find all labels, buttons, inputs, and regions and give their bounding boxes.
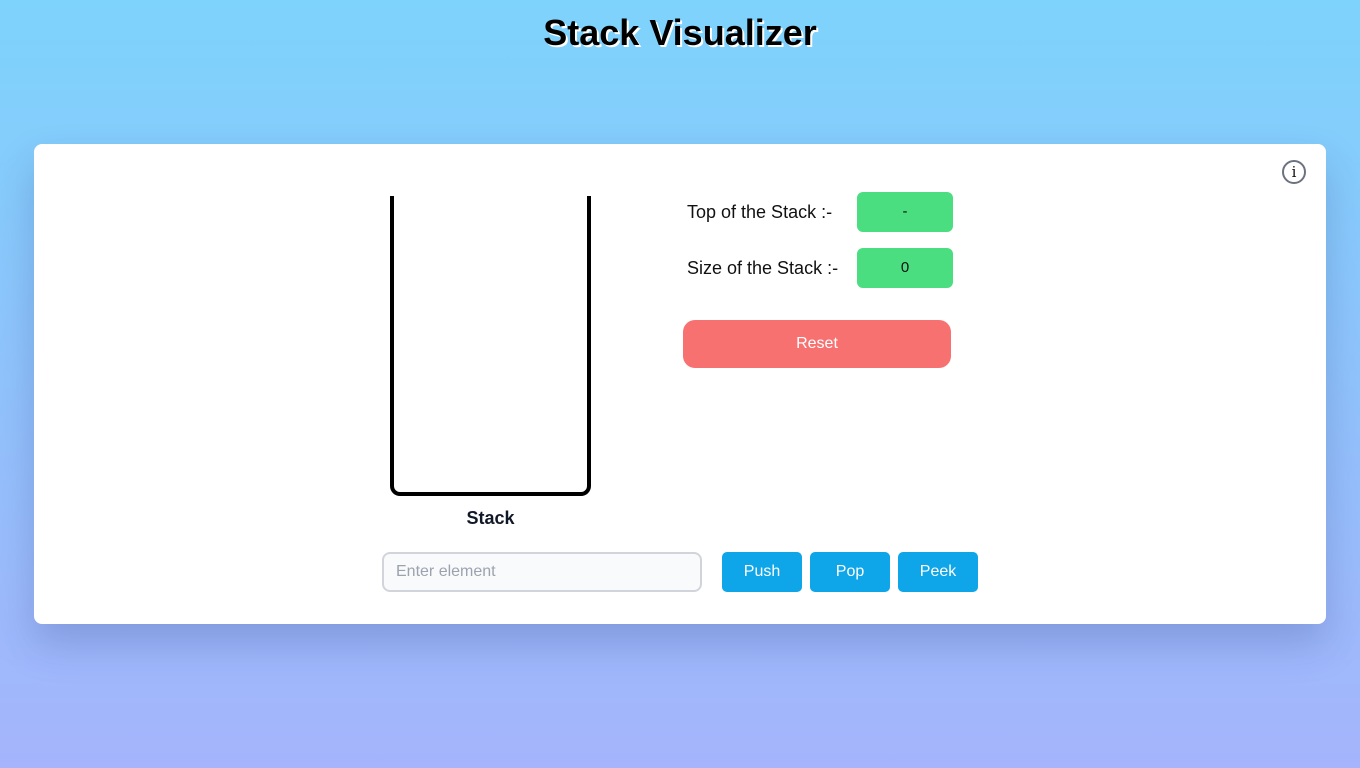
- info-icon[interactable]: i: [1282, 160, 1306, 184]
- top-of-stack-label: Top of the Stack :-: [687, 202, 833, 222]
- push-button[interactable]: Push: [722, 552, 802, 592]
- page-title: Stack Visualizer: [543, 12, 817, 53]
- peek-button[interactable]: Peek: [898, 552, 978, 592]
- element-input[interactable]: [382, 552, 702, 592]
- stack-size-value: 0: [857, 248, 953, 288]
- stack-container: [390, 196, 591, 496]
- stack-size-label: Size of the Stack :-: [687, 258, 839, 278]
- pop-button[interactable]: Pop: [810, 552, 890, 592]
- visualizer-card: i Stack Top of the Stack :- - Size of th…: [34, 144, 1326, 624]
- stack-label: Stack: [466, 508, 515, 528]
- top-of-stack-value: -: [857, 192, 953, 232]
- reset-button[interactable]: Reset: [683, 320, 951, 368]
